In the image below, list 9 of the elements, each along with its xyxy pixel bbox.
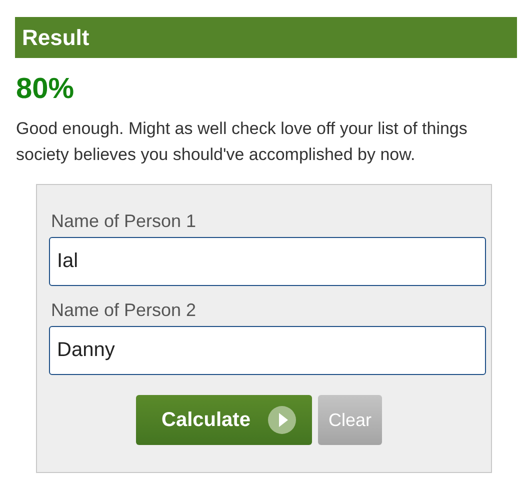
name-field[interactable]: Ial [49,237,486,286]
result-score: 80% [16,72,76,106]
name-field[interactable]: Danny [49,326,486,375]
result-message: Good enough. Might as well check love off your list of things society believes you should've accomplished by now. [16,118,468,166]
play-icon [268,406,296,434]
field-label: Name of Person 2 [51,299,198,322]
field-label: Name of Person 1 [51,210,198,233]
calculate-button[interactable]: Calculate [136,395,312,445]
result-header: Result [15,17,517,58]
